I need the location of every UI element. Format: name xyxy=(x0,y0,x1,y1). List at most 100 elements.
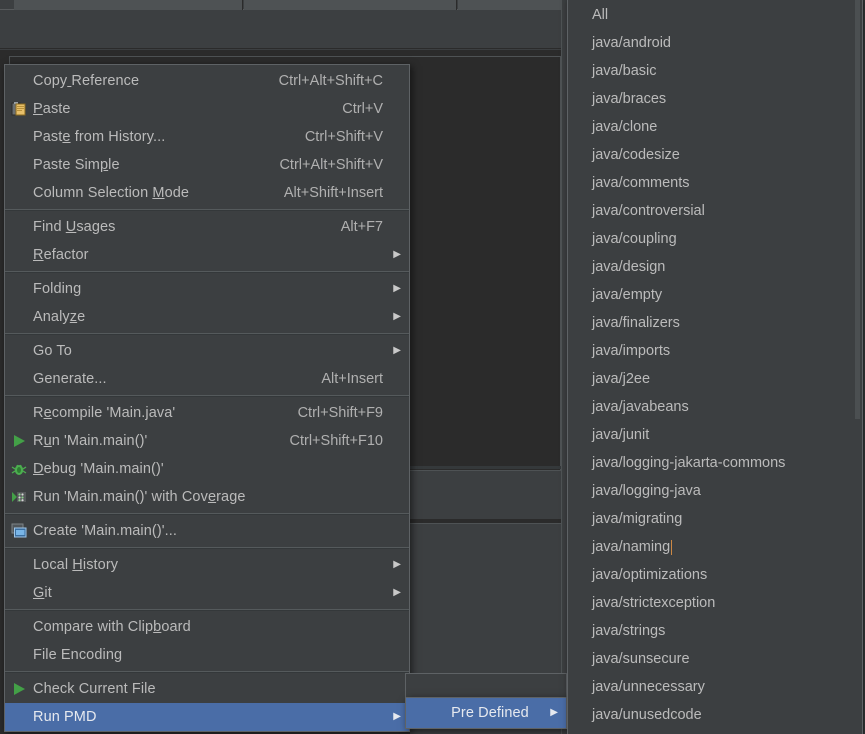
no-icon xyxy=(5,399,33,427)
editor-tab[interactable] xyxy=(14,0,243,10)
ruleset-item-label: java/imports xyxy=(592,343,671,359)
menu-item-run-pmd[interactable]: Run PMD ▶ xyxy=(5,703,409,731)
menu-item-find-usages[interactable]: Find Usages Alt+F7 xyxy=(5,213,409,241)
ruleset-item-java-naming[interactable]: java/naming xyxy=(568,533,862,561)
menu-item-label: Paste Simple xyxy=(33,157,120,173)
ruleset-item-java-junit[interactable]: java/junit xyxy=(568,421,862,449)
no-icon xyxy=(5,613,33,641)
menu-item-run-main-main-with-coverage[interactable]: Run 'Main.main()' with Coverage xyxy=(5,483,409,511)
no-icon xyxy=(5,337,33,365)
menu-item-run-main-main[interactable]: Run 'Main.main()' Ctrl+Shift+F10 xyxy=(5,427,409,455)
no-icon xyxy=(5,365,33,393)
menu-item-go-to[interactable]: Go To ▶ xyxy=(5,337,409,365)
menu-item-label: Create 'Main.main()'... xyxy=(33,523,178,539)
menu-item-file-encoding[interactable]: File Encoding xyxy=(5,641,409,669)
submenu-arrow-icon: ▶ xyxy=(393,345,401,356)
menu-item-shortcut: Ctrl+Alt+Shift+V xyxy=(279,157,383,173)
submenu-scrollbar-thumb[interactable] xyxy=(855,0,860,419)
ruleset-item-java-unnecessary[interactable]: java/unnecessary xyxy=(568,673,862,701)
no-icon xyxy=(5,213,33,241)
editor-tab[interactable] xyxy=(244,0,457,10)
ruleset-item-java-logging-java[interactable]: java/logging-java xyxy=(568,477,862,505)
ruleset-item-java-logging-jakarta-commons[interactable]: java/logging-jakarta-commons xyxy=(568,449,862,477)
ruleset-item-java-basic[interactable]: java/basic xyxy=(568,57,862,85)
ruleset-item-label: java/strictexception xyxy=(592,595,716,611)
menu-item-debug-main-main[interactable]: Debug 'Main.main()' xyxy=(5,455,409,483)
ruleset-item-java-design[interactable]: java/design xyxy=(568,253,862,281)
menu-item-paste-simple[interactable]: Paste Simple Ctrl+Alt+Shift+V xyxy=(5,151,409,179)
ruleset-item-label: java/unusedcode xyxy=(592,707,702,723)
ruleset-item-java-coupling[interactable]: java/coupling xyxy=(568,225,862,253)
ruleset-item-label: java/junit xyxy=(592,427,650,443)
pre-defined-rulesets-submenu[interactable]: All java/android java/basic java/braces java… xyxy=(567,0,863,734)
ruleset-item-java-migrating[interactable]: java/migrating xyxy=(568,505,862,533)
menu-item-label: Debug 'Main.main()' xyxy=(33,461,164,477)
create-config-icon xyxy=(5,517,33,545)
menu-item-create-main-main[interactable]: Create 'Main.main()'... xyxy=(5,517,409,545)
editor-tab[interactable] xyxy=(458,0,569,10)
menu-item-shortcut: Ctrl+V xyxy=(342,101,383,117)
menu-item-column-selection-mode[interactable]: Column Selection Mode Alt+Shift+Insert xyxy=(5,179,409,207)
menu-item-analyze[interactable]: Analyze ▶ xyxy=(5,303,409,331)
menu-item-git[interactable]: Git ▶ xyxy=(5,579,409,607)
ruleset-item-java-j2ee[interactable]: java/j2ee xyxy=(568,365,862,393)
menu-separator xyxy=(5,333,409,335)
ruleset-item-java-finalizers[interactable]: java/finalizers xyxy=(568,309,862,337)
menu-item-label: Run 'Main.main()' with Coverage xyxy=(33,489,246,505)
menu-item-label: Run PMD xyxy=(33,709,97,725)
no-icon xyxy=(406,699,434,727)
ruleset-item-java-optimizations[interactable]: java/optimizations xyxy=(568,561,862,589)
menu-separator xyxy=(5,609,409,611)
ruleset-item-java-imports[interactable]: java/imports xyxy=(568,337,862,365)
ruleset-item-all[interactable]: All xyxy=(568,1,862,29)
menu-item-shortcut: Ctrl+Shift+F10 xyxy=(289,433,384,449)
ruleset-item-java-android[interactable]: java/android xyxy=(568,29,862,57)
menu-item-label: Folding xyxy=(33,281,82,297)
ruleset-item-label: java/clone xyxy=(592,119,658,135)
menu-item-paste-from-history[interactable]: Paste from History... Ctrl+Shift+V xyxy=(5,123,409,151)
ruleset-item-java-empty[interactable]: java/empty xyxy=(568,281,862,309)
ruleset-item-java-strings[interactable]: java/strings xyxy=(568,617,862,645)
ruleset-item-java-javabeans[interactable]: java/javabeans xyxy=(568,393,862,421)
menu-item-generate[interactable]: Generate... Alt+Insert xyxy=(5,365,409,393)
ruleset-item-java-braces[interactable]: java/braces xyxy=(568,85,862,113)
ruleset-item-label: java/finalizers xyxy=(592,315,680,331)
menu-separator xyxy=(5,671,409,673)
ruleset-item-java-strictexception[interactable]: java/strictexception xyxy=(568,589,862,617)
no-icon xyxy=(5,579,33,607)
menu-item-pre-defined[interactable]: Pre Defined ▶ xyxy=(406,698,566,728)
ruleset-item-label: java/strings xyxy=(592,623,666,639)
menu-separator xyxy=(5,513,409,515)
ruleset-item-java-clone[interactable]: java/clone xyxy=(568,113,862,141)
menu-item-label: Compare with Clipboard xyxy=(33,619,191,635)
submenu-arrow-icon: ▶ xyxy=(550,707,558,718)
run-pmd-submenu[interactable]: Pre Defined ▶ xyxy=(405,697,567,729)
menu-item-paste[interactable]: Paste Ctrl+V xyxy=(5,95,409,123)
menu-separator xyxy=(5,547,409,549)
submenu-scrollbar-track[interactable] xyxy=(855,0,861,730)
menu-item-check-current-file[interactable]: Check Current File xyxy=(5,675,409,703)
menu-item-folding[interactable]: Folding ▶ xyxy=(5,275,409,303)
menu-item-refactor[interactable]: Refactor ▶ xyxy=(5,241,409,269)
menu-item-compare-with-clipboard[interactable]: Compare with Clipboard xyxy=(5,613,409,641)
debug-icon xyxy=(5,455,33,483)
ruleset-item-java-comments[interactable]: java/comments xyxy=(568,169,862,197)
menu-item-copy-reference[interactable]: Copy Reference Ctrl+Alt+Shift+C xyxy=(5,67,409,95)
ruleset-item-java-unusedcode[interactable]: java/unusedcode xyxy=(568,701,862,729)
ruleset-item-label: java/optimizations xyxy=(592,567,708,583)
menu-item-label: Run 'Main.main()' xyxy=(33,433,148,449)
no-icon xyxy=(5,151,33,179)
ruleset-item-java-codesize[interactable]: java/codesize xyxy=(568,141,862,169)
menu-separator xyxy=(5,271,409,273)
menu-item-local-history[interactable]: Local History ▶ xyxy=(5,551,409,579)
paste-icon xyxy=(5,95,33,123)
editor-context-menu[interactable]: Copy Reference Ctrl+Alt+Shift+C Paste Ctrl+… xyxy=(4,64,410,732)
submenu-arrow-icon: ▶ xyxy=(393,587,401,598)
menu-item-recompile-main-java[interactable]: Recompile 'Main.java' Ctrl+Shift+F9 xyxy=(5,399,409,427)
ruleset-item-java-controversial[interactable]: java/controversial xyxy=(568,197,862,225)
ruleset-item-java-sunsecure[interactable]: java/sunsecure xyxy=(568,645,862,673)
menu-item-label: Pre Defined xyxy=(451,705,529,721)
no-icon xyxy=(5,67,33,95)
coverage-icon xyxy=(5,483,33,511)
menu-item-shortcut: Ctrl+Shift+V xyxy=(304,129,383,145)
